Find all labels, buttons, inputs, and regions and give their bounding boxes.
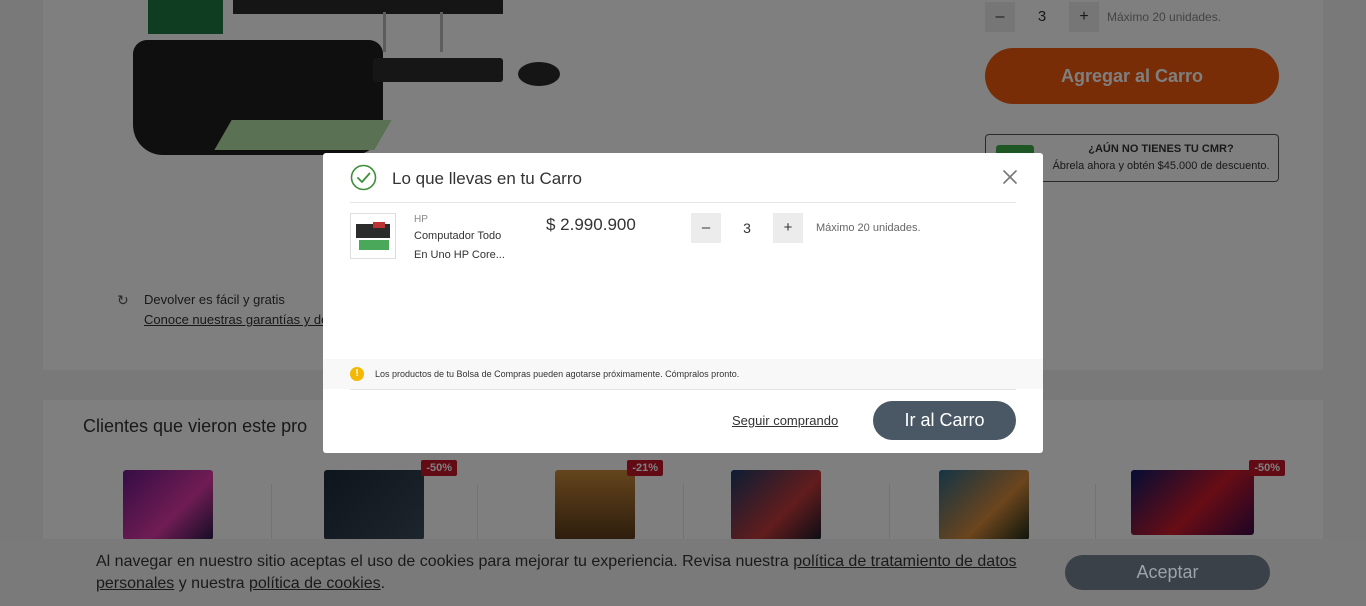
modal-title: Lo que llevas en tu Carro: [392, 169, 582, 188]
cart-item-image: [350, 213, 396, 259]
cart-item-price: $ 2.990.900: [546, 215, 636, 234]
decrease-button[interactable]: –: [691, 213, 721, 243]
divider: [350, 389, 1016, 390]
stock-warning: ! Los productos de tu Bolsa de Compras p…: [323, 359, 1043, 389]
keep-shopping-link[interactable]: Seguir comprando: [732, 413, 838, 428]
max-units-text: Máximo 20 unidades.: [816, 222, 921, 234]
cookie-policy-link[interactable]: política de cookies: [249, 575, 381, 592]
warning-icon: !: [350, 367, 364, 381]
go-to-cart-button[interactable]: Ir al Carro: [873, 401, 1016, 440]
cart-item-name: Computador Todo En Uno HP Core...: [414, 230, 505, 261]
quantity-value[interactable]: 3: [721, 213, 773, 243]
cart-modal: Lo que llevas en tu Carro HP Computador …: [323, 153, 1043, 453]
check-circle-icon: [350, 164, 377, 191]
warning-text: Los productos de tu Bolsa de Compras pue…: [375, 369, 740, 379]
increase-button[interactable]: +: [773, 213, 803, 243]
accept-cookies-button[interactable]: Aceptar: [1065, 555, 1270, 590]
cookie-text: Al navegar en nuestro sitio aceptas el u…: [96, 553, 1017, 592]
cookie-banner: Al navegar en nuestro sitio aceptas el u…: [0, 539, 1366, 606]
close-icon[interactable]: [1001, 168, 1019, 186]
cart-item-brand: HP: [414, 214, 428, 225]
divider: [350, 202, 1016, 203]
